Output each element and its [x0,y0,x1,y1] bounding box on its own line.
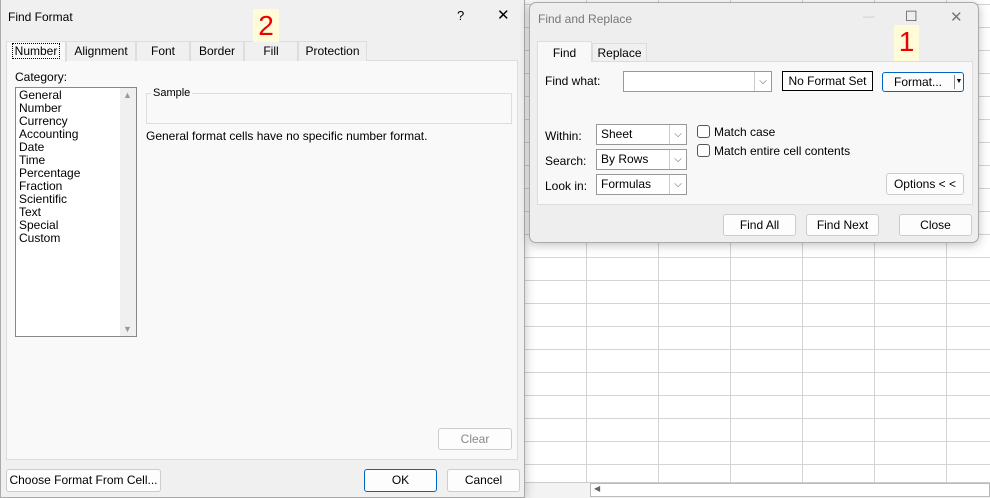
look-in-select[interactable]: Formulas ⌵ [596,174,687,195]
close-icon[interactable]: ✕ [497,6,510,24]
category-list[interactable]: General Number Currency Accounting Date Time P… [15,87,137,337]
category-scrollbar[interactable]: ▲ ▼ [120,88,136,336]
close-icon[interactable]: ✕ [950,8,963,26]
step-2-marker: 2 [253,9,279,42]
dialog-title: Find Format [8,10,73,24]
format-button[interactable]: Format... ▼ [882,72,964,92]
find-all-button[interactable]: Find All [723,214,796,236]
dialog-title: Find and Replace [538,12,633,26]
find-next-button[interactable]: Find Next [806,214,879,236]
search-select[interactable]: By Rows ⌵ [596,149,687,170]
tab-protection[interactable]: Protection [298,41,367,61]
category-item[interactable]: Custom [19,232,136,245]
match-case-label[interactable]: Match case [714,125,775,139]
help-button[interactable]: ? [457,8,464,23]
minimize-icon[interactable]: — [863,9,875,23]
match-entire-label[interactable]: Match entire cell contents [714,144,850,158]
tab-alignment[interactable]: Alignment [66,41,136,61]
dropdown-arrow-icon[interactable]: ▼ [954,75,963,89]
scroll-down-icon[interactable]: ▼ [123,324,132,334]
sample-label: Sample [151,87,193,99]
format-preview: No Format Set [782,71,873,91]
tab-number[interactable]: Number [6,41,66,62]
tab-replace[interactable]: Replace [592,43,647,61]
format-description: General format cells have no specific nu… [146,129,428,143]
find-format-dialog: Find Format ? ✕ Number Alignment Font Bo… [0,0,525,498]
match-case-checkbox[interactable] [697,125,710,138]
tab-find[interactable]: Find [537,41,592,62]
find-what-input[interactable]: ⌵ [623,71,772,92]
chevron-down-icon: ⌵ [669,150,686,169]
find-what-label: Find what: [545,74,601,88]
chevron-down-icon: ⌵ [669,175,686,194]
maximize-icon[interactable]: ☐ [905,8,918,25]
choose-format-from-cell-button[interactable]: Choose Format From Cell... [6,469,161,492]
tab-fill[interactable]: Fill [244,41,298,61]
within-select[interactable]: Sheet ⌵ [596,124,687,145]
sample-box [146,93,512,124]
scroll-up-icon[interactable]: ▲ [123,90,132,100]
tab-font[interactable]: Font [136,41,190,61]
cancel-button[interactable]: Cancel [447,469,520,492]
step-1-marker: 1 [894,25,919,61]
chevron-down-icon: ⌵ [669,125,686,144]
ok-button[interactable]: OK [364,469,437,492]
chevron-down-icon: ⌵ [754,72,771,91]
match-entire-checkbox[interactable] [697,144,710,157]
tab-border[interactable]: Border [190,41,244,61]
close-button[interactable]: Close [899,214,972,236]
horizontal-scrollbar[interactable]: ◀ [590,483,990,497]
search-label: Search: [545,154,587,168]
within-label: Within: [545,129,582,143]
scroll-left-icon[interactable]: ◀ [594,484,600,493]
look-in-label: Look in: [545,179,588,193]
clear-button[interactable]: Clear [438,428,512,450]
options-button[interactable]: Options < < [886,173,964,195]
category-label: Category: [15,70,68,84]
